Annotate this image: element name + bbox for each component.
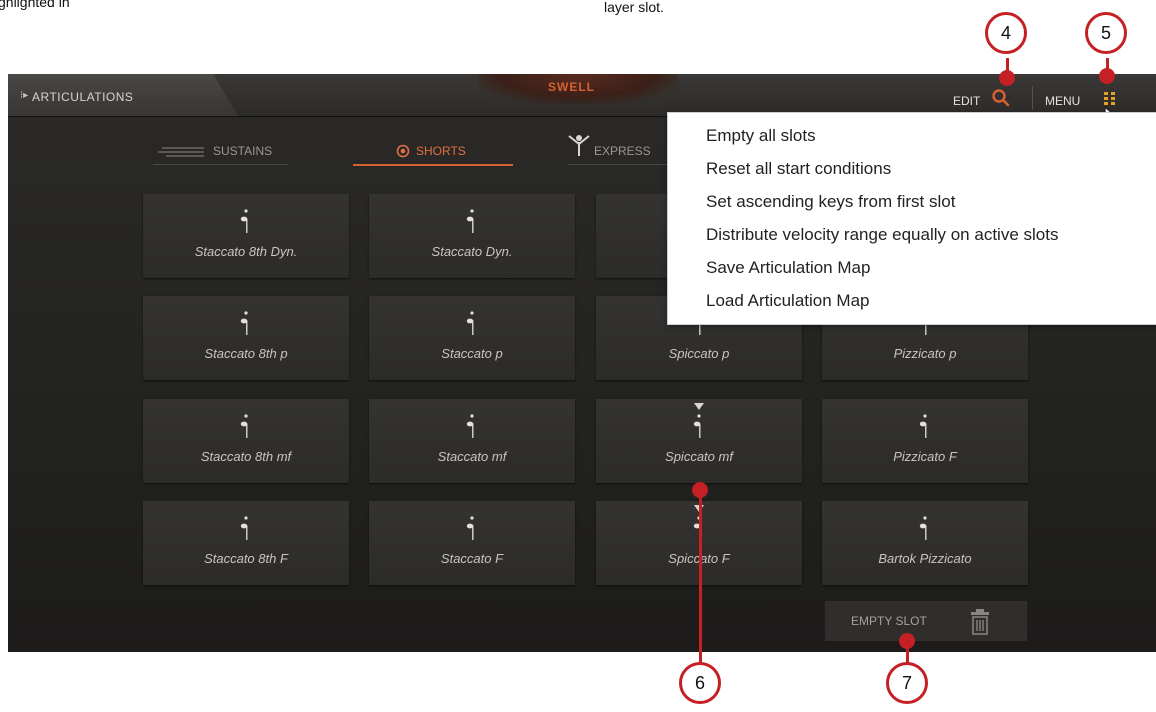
articulation-slot[interactable]: Pizzicato F [822,399,1028,483]
tab-shorts[interactable]: SHORTS [353,140,513,166]
articulation-slot[interactable]: Staccato 8th Dyn. [143,194,349,278]
trash-icon [971,609,989,635]
start-marker-icon [694,403,704,410]
slot-label: Staccato p [441,346,503,361]
slot-label: Staccato 8th F [204,551,288,566]
staccato-note-icon [693,414,701,438]
slot-label: Bartok Pizzicato [878,551,972,566]
staccato-note-icon [240,516,248,540]
articulation-slot[interactable]: Staccato Dyn. [369,194,575,278]
articulation-slot[interactable]: Staccato 8th mf [143,399,349,483]
menu-button[interactable]: MENU [1045,94,1080,108]
staccato-note-icon [240,311,248,335]
slot-label: Staccato F [440,551,504,566]
callout-number: 6 [694,673,705,693]
tab-expressions[interactable]: EXPRESS [568,135,678,165]
articulation-slot[interactable]: Staccato p [369,296,575,380]
callout-dot [999,70,1015,86]
articulation-slot[interactable]: Staccato mf [369,399,575,483]
staccato-note-icon [466,414,474,438]
slot-label: Spiccato p [668,346,730,361]
menu-item-distribute-velocity[interactable]: Distribute velocity range equally on act… [706,225,1058,245]
slot-label: Staccato 8th p [204,346,288,361]
articulation-slot[interactable]: Staccato 8th F [143,501,349,585]
tab-shorts-label: SHORTS [416,144,466,158]
tab-expressions-label: EXPRESS [594,144,651,158]
callout-number: 5 [1100,23,1111,43]
staccato-note-icon [240,414,248,438]
slot-label: Staccato Dyn. [431,244,513,259]
slot-label: Pizzicato F [893,449,957,464]
document-text-left: ghlighted in [0,0,70,10]
callout-dot [899,633,915,649]
staccato-note-icon [240,209,248,233]
empty-slot-button[interactable]: EMPTY SLOT [825,601,1027,641]
callout-leader [699,492,702,664]
staccato-note-icon [919,516,927,540]
callout-dot [692,482,708,498]
slot-label: Staccato 8th Dyn. [194,244,298,259]
expand-icon: ⁝▸ [20,90,29,101]
staccato-note-icon [466,209,474,233]
menu-item-load-map[interactable]: Load Articulation Map [706,291,870,311]
tab-sustains-label: SUSTAINS [213,144,273,158]
search-icon[interactable] [991,88,1011,108]
expressive-figure-icon [568,135,590,156]
articulation-slot[interactable]: Staccato F [369,501,575,585]
callout-number: 7 [901,673,912,693]
menu-item-set-ascending-keys[interactable]: Set ascending keys from first slot [706,192,955,212]
articulation-slot[interactable]: Spiccato mf [596,399,802,483]
callout-number: 4 [1000,23,1011,43]
articulation-slot[interactable]: Staccato 8th p [143,296,349,380]
staccato-note-icon [466,516,474,540]
edit-button[interactable]: EDIT [953,94,980,108]
slot-label: Spiccato mf [665,449,733,464]
menu-item-reset-start-conditions[interactable]: Reset all start conditions [706,159,891,179]
callout-marker: 4 [985,12,1027,54]
callout-marker: 6 [679,662,721,704]
top-bar: ⁝▸ ARTICULATIONS SWELL EDIT MENU [8,74,1156,117]
menu-item-empty-all-slots[interactable]: Empty all slots [706,126,816,146]
menu-dropdown: Empty all slots Reset all start conditio… [667,112,1156,325]
articulation-slot[interactable]: Bartok Pizzicato [822,501,1028,585]
slot-label: Pizzicato p [893,346,957,361]
document-text-center: layer slot. [604,0,664,15]
callout-marker: 5 [1085,12,1127,54]
slot-label: Staccato mf [437,449,507,464]
articulations-label: ARTICULATIONS [32,90,134,104]
callout-dot [1099,68,1115,84]
staccato-note-icon [919,414,927,438]
sustain-lines-icon [158,147,204,157]
callout-marker: 7 [886,662,928,704]
tab-sustains[interactable]: SUSTAINS [153,140,288,165]
articulations-tab[interactable]: ⁝▸ ARTICULATIONS [8,74,238,116]
swell-label: SWELL [548,80,595,94]
slot-label: Staccato 8th mf [200,449,292,464]
menu-grid-icon[interactable] [1103,91,1117,105]
target-circle-icon [396,144,410,158]
empty-slot-label: EMPTY SLOT [851,614,927,628]
toolbar-divider [1032,86,1033,110]
menu-item-save-map[interactable]: Save Articulation Map [706,258,870,278]
staccato-note-icon [466,311,474,335]
